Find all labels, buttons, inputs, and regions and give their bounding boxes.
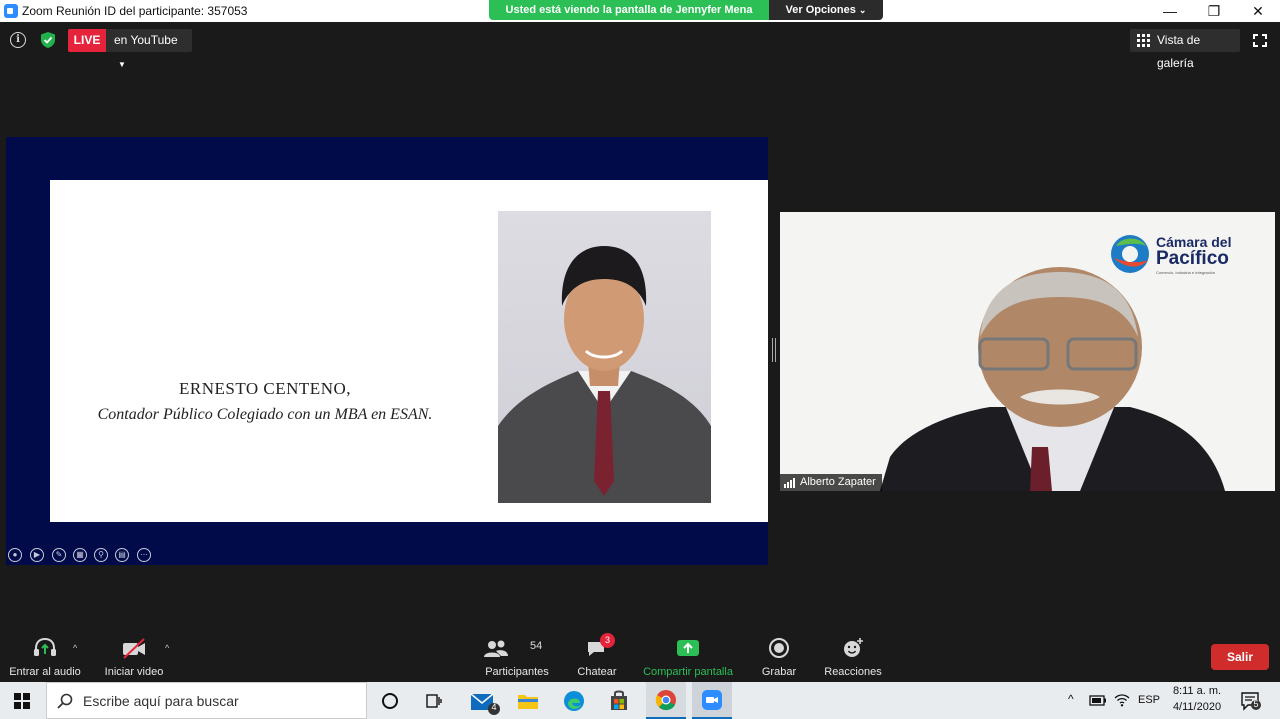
signal-bars-icon: [784, 478, 795, 488]
search-placeholder: Escribe aquí para buscar: [83, 693, 239, 709]
video-options-caret-icon[interactable]: ^: [165, 643, 169, 653]
battery-icon[interactable]: [1089, 694, 1107, 707]
chat-label: Chatear: [577, 666, 617, 678]
view-options-label: Ver Opciones: [785, 4, 856, 16]
reactions-label: Reacciones: [824, 666, 882, 678]
slide-subtitles-icon[interactable]: ▤: [115, 548, 129, 562]
share-banner-message: Usted está viendo la pantalla de Jennyfe…: [489, 0, 769, 20]
clock-date: 4/11/2020: [1172, 701, 1222, 713]
zoom-app-icon: [4, 4, 18, 18]
view-options-button[interactable]: Ver Opciones ⌄: [769, 0, 883, 20]
live-indicator[interactable]: LIVE: [68, 29, 106, 52]
participant-figure: [880, 267, 1225, 491]
reaction-smiley-icon: [844, 638, 863, 657]
speaker-name: ERNESTO CENTENO,: [178, 379, 351, 398]
record-button[interactable]: Grabar: [758, 636, 800, 678]
grid-icon: [1137, 34, 1150, 47]
share-screen-button[interactable]: Compartir pantalla: [640, 636, 736, 678]
presentation-slide: ERNESTO CENTENO, Contador Público Colegi…: [50, 180, 768, 522]
taskbar-search-box[interactable]: Escribe aquí para buscar: [46, 682, 367, 719]
participants-label: Participantes: [485, 666, 549, 678]
speaker-role: Contador Público Colegiado con un MBA en…: [97, 406, 433, 423]
wifi-icon[interactable]: [1114, 692, 1130, 708]
file-explorer-icon[interactable]: [517, 691, 539, 711]
chrome-taskbar-button[interactable]: [646, 682, 686, 719]
slide-zoom-icon[interactable]: ⚲: [94, 548, 108, 562]
start-video-button[interactable]: Iniciar video: [100, 636, 168, 678]
zoom-taskbar-button[interactable]: [692, 682, 732, 719]
headphones-icon: [34, 637, 56, 656]
participants-icon: [484, 640, 508, 657]
chrome-icon: [655, 690, 676, 711]
chevron-down-icon: ⌄: [858, 5, 867, 15]
video-off-icon: [123, 638, 145, 659]
speaker-photo: [498, 211, 711, 503]
notifications-count: 5: [1253, 699, 1259, 709]
live-destination-dropdown[interactable]: en YouTube ▼: [106, 29, 192, 69]
meeting-info-icon[interactable]: i: [10, 32, 26, 48]
start-video-label: Iniciar video: [104, 666, 164, 678]
search-icon: [57, 693, 73, 709]
reactions-button[interactable]: Reacciones: [822, 636, 884, 678]
gallery-view-label: Vista de galería: [1157, 33, 1201, 70]
participants-count: 54: [530, 640, 543, 652]
cortana-icon[interactable]: [381, 692, 399, 710]
windows-taskbar: Escribe aquí para buscar 4 ^ ESP 8:11 a.…: [0, 682, 1280, 719]
screen-share-banner: Usted está viendo la pantalla de Jennyfe…: [489, 0, 883, 20]
security-shield-icon[interactable]: [40, 31, 56, 49]
slide-pen-icon[interactable]: ✎: [52, 548, 66, 562]
slide-all-slides-icon[interactable]: ▦: [73, 548, 87, 562]
clock[interactable]: 8:11 a. m. 4/11/2020: [1168, 685, 1226, 713]
clock-time: 8:11 a. m.: [1172, 685, 1222, 697]
share-screen-label: Compartir pantalla: [643, 666, 733, 678]
minimize-button[interactable]: —: [1148, 0, 1192, 22]
slide-pointer-icon[interactable]: ●: [8, 548, 22, 562]
audio-options-caret-icon[interactable]: ^: [73, 643, 77, 653]
zoom-icon: [702, 690, 722, 710]
participant-video: Cámara del Pacífico Comercio, Industria …: [780, 212, 1275, 491]
gallery-view-button[interactable]: Vista de galería: [1130, 29, 1240, 70]
participant-name-tag: Alberto Zapater: [780, 474, 882, 491]
shared-screen: ERNESTO CENTENO, Contador Público Colegi…: [6, 137, 768, 565]
fullscreen-icon[interactable]: [1248, 29, 1272, 52]
windows-start-icon[interactable]: [14, 693, 30, 709]
chat-unread-badge: 3: [600, 633, 615, 648]
share-screen-icon: [677, 640, 699, 656]
caret-down-icon: ▼: [118, 60, 126, 69]
slide-next-icon[interactable]: ▶: [30, 548, 44, 562]
logo-line-2: Pacífico: [1156, 248, 1229, 269]
panel-splitter-handle[interactable]: [772, 338, 776, 362]
close-button[interactable]: ✕: [1236, 0, 1280, 22]
edge-browser-icon[interactable]: [562, 689, 586, 713]
microsoft-store-icon[interactable]: [608, 689, 630, 713]
join-audio-label: Entrar al audio: [9, 666, 81, 678]
record-icon: [769, 638, 789, 658]
tray-overflow-icon[interactable]: ^: [1068, 692, 1074, 706]
leave-meeting-button[interactable]: Salir: [1211, 644, 1269, 670]
restore-button[interactable]: ❐: [1192, 0, 1236, 22]
live-destination-label: en YouTube: [114, 33, 178, 47]
mail-badge-count: 4: [491, 702, 497, 712]
input-language[interactable]: ESP: [1138, 694, 1160, 706]
slide-more-icon[interactable]: ⋯: [137, 548, 151, 562]
window-title: Zoom Reunión ID del participante: 357053: [22, 4, 248, 18]
participant-name: Alberto Zapater: [800, 476, 876, 488]
task-view-icon[interactable]: [425, 692, 443, 710]
record-label: Grabar: [761, 666, 797, 678]
